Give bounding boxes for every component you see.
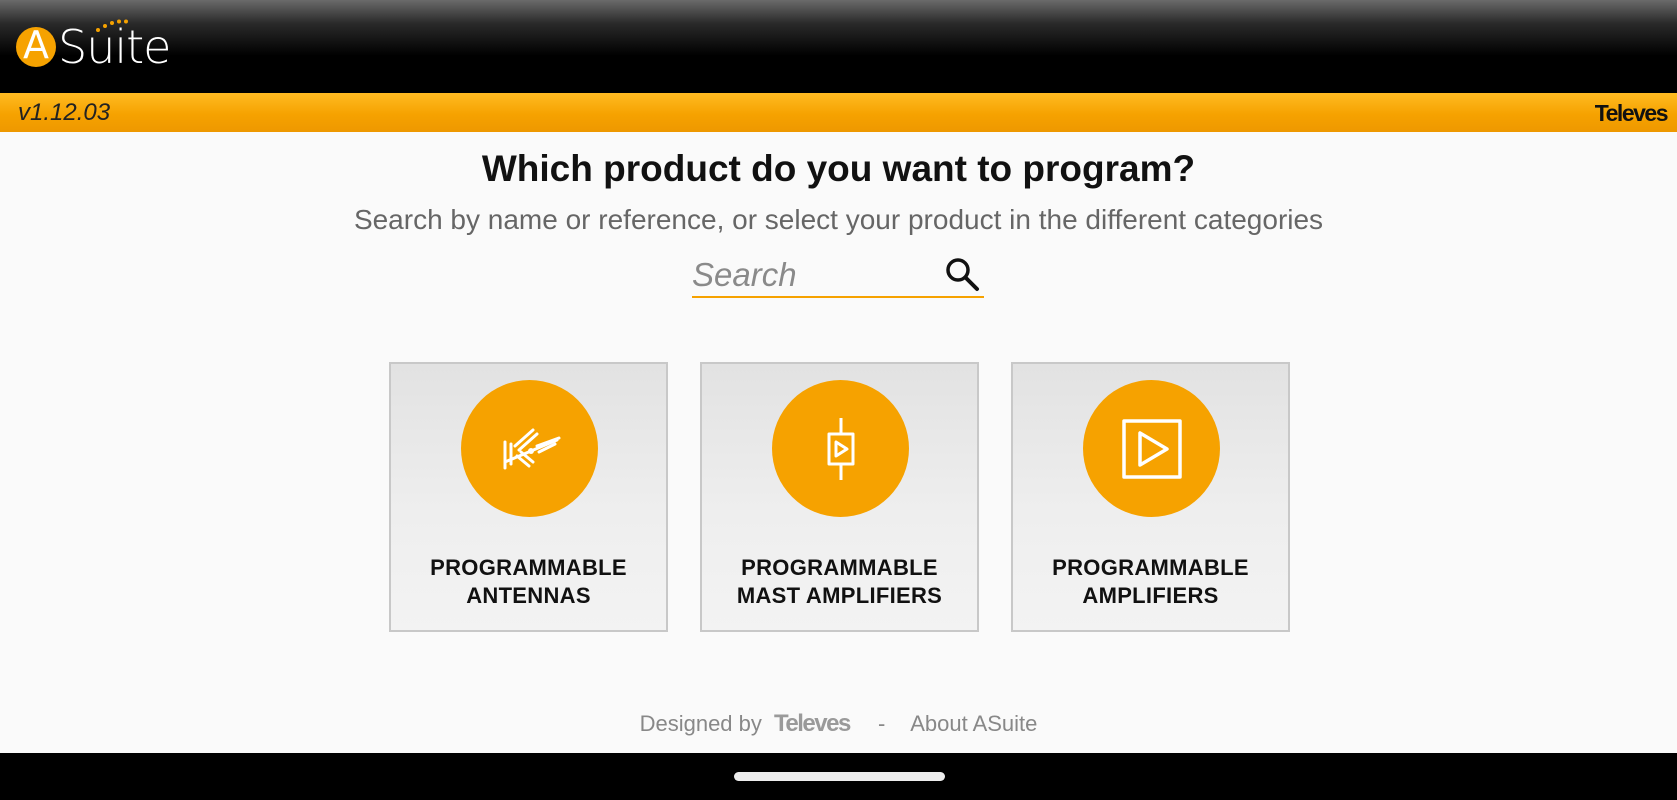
- category-label-line2: AMPLIFIERS: [1082, 583, 1219, 608]
- search-icon[interactable]: [944, 256, 980, 292]
- category-card-amplifiers[interactable]: PROGRAMMABLE AMPLIFIERS: [1011, 362, 1290, 632]
- search-input[interactable]: Search: [692, 256, 797, 294]
- designed-by-text: Designed by: [639, 711, 762, 736]
- about-asuite-link[interactable]: About ASuite: [910, 711, 1037, 736]
- footer-separator: -: [877, 711, 886, 736]
- search-field[interactable]: Search: [692, 250, 984, 298]
- category-label: PROGRAMMABLE ANTENNAS: [391, 554, 666, 610]
- version-bar: v1.12.03 Televes: [0, 93, 1677, 132]
- logo-letter: A: [23, 23, 49, 67]
- category-label-line2: ANTENNAS: [466, 583, 591, 608]
- footer-televes-logo: Televes: [774, 710, 851, 737]
- mast-amplifier-icon: [827, 417, 854, 480]
- home-gesture-handle[interactable]: [734, 772, 945, 781]
- amplifier-icon: [1121, 418, 1182, 479]
- asuite-logo: A Suite: [16, 18, 171, 76]
- category-label-line1: PROGRAMMABLE: [430, 555, 627, 580]
- televes-logo: Televes: [1594, 100, 1669, 126]
- page-footer: Designed by Televes - About ASuite: [0, 710, 1677, 738]
- app-version: v1.12.03: [18, 99, 111, 126]
- category-label: PROGRAMMABLE AMPLIFIERS: [1013, 554, 1288, 610]
- category-label: PROGRAMMABLE MAST AMPLIFIERS: [702, 554, 977, 610]
- app-header: A Suite: [0, 0, 1677, 93]
- category-label-line2: MAST AMPLIFIERS: [736, 583, 943, 608]
- category-icon-circle: [1083, 380, 1220, 517]
- system-navigation-bar: [0, 753, 1677, 800]
- page-title: Which product do you want to program?: [481, 148, 1196, 189]
- category-label-line1: PROGRAMMABLE: [1052, 555, 1249, 580]
- page-subtitle: Search by name or reference, or select y…: [353, 204, 1324, 235]
- logo-mark: A: [16, 23, 56, 67]
- category-icon-circle: [461, 380, 598, 517]
- antenna-icon: [503, 428, 560, 469]
- category-card-antennas[interactable]: PROGRAMMABLE ANTENNAS: [389, 362, 668, 632]
- category-card-mast-amplifiers[interactable]: PROGRAMMABLE MAST AMPLIFIERS: [700, 362, 979, 632]
- category-icon-circle: [772, 380, 909, 517]
- category-label-line1: PROGRAMMABLE: [741, 555, 938, 580]
- logo-arc-dots: [96, 19, 128, 32]
